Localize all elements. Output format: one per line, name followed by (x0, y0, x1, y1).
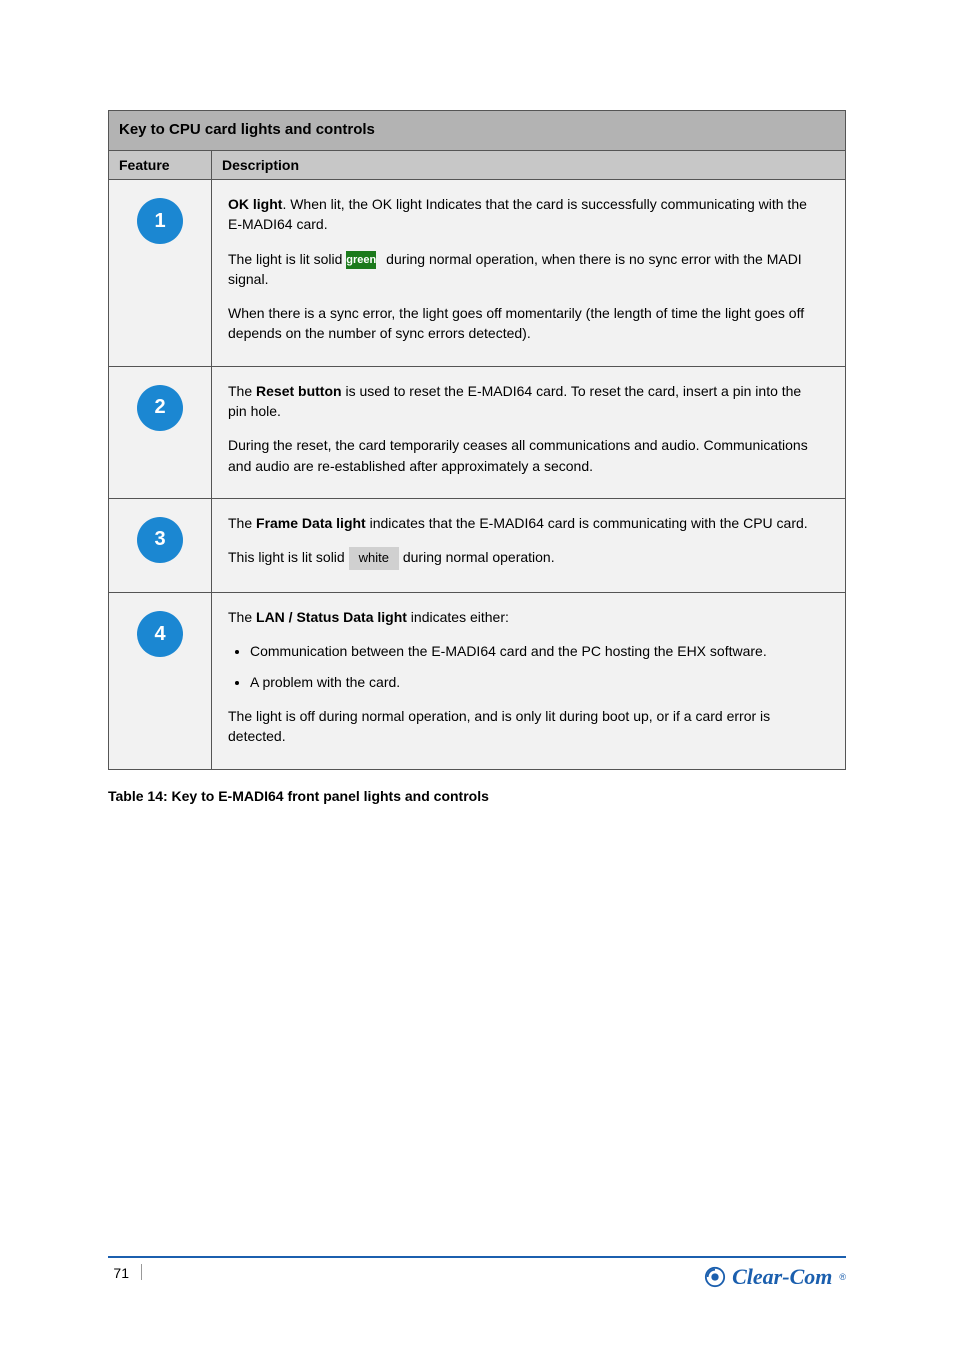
table-title: Key to CPU card lights and controls (109, 111, 846, 151)
feature-lead: Reset button (256, 383, 342, 399)
feature-text: pin hole. (228, 403, 281, 419)
table-row: 2 The Reset button is used to reset the … (109, 366, 846, 498)
feature-text: The light is off during normal operation… (228, 706, 829, 747)
table-title-row: Key to CPU card lights and controls (109, 111, 846, 151)
feature-key-cell: 2 (109, 366, 212, 498)
col-header-description: Description (212, 151, 846, 180)
feature-text: The (228, 609, 256, 625)
feature-desc-cell: The Frame Data light indicates that the … (212, 498, 846, 592)
feature-number: 1 (154, 210, 165, 233)
feature-number: 4 (154, 623, 165, 646)
feature-text: The (228, 383, 256, 399)
feature-text: When there is a sync error, the light go… (228, 303, 829, 344)
feature-text: During the reset, the card temporarily c… (228, 435, 829, 476)
table-row: 1 OK light. When lit, the OK light Indic… (109, 180, 846, 367)
feature-bullet: A problem with the card. (250, 672, 829, 692)
feature-table: Key to CPU card lights and controls Feat… (108, 110, 846, 770)
table-row: 3 The Frame Data light indicates that th… (109, 498, 846, 592)
feature-lead: LAN / Status Data light (256, 609, 407, 625)
feature-text: This light is lit solid (228, 549, 349, 565)
registered-mark: ® (839, 1272, 846, 1282)
col-header-feature: Feature (109, 151, 212, 180)
feature-key-cell: 3 (109, 498, 212, 592)
feature-bullet: Communication between the E-MADI64 card … (250, 641, 829, 661)
brand-name: Clear-Com (732, 1264, 832, 1290)
feature-key-cell: 4 (109, 593, 212, 769)
page-footer: 71 Clear-Com ® (108, 1256, 846, 1290)
feature-text: The (228, 515, 256, 531)
clearcom-logomark-icon (704, 1266, 726, 1288)
feature-desc-cell: The Reset button is used to reset the E-… (212, 366, 846, 498)
green-chip: green (346, 251, 376, 269)
footer-rule (108, 1256, 846, 1258)
table-row: 4 The LAN / Status Data light indicates … (109, 593, 846, 769)
feature-text: indicates that the E-MADI64 card is comm… (366, 515, 808, 531)
feature-lead: OK light (228, 196, 282, 212)
table-caption: Table 14: Key to E-MADI64 front panel li… (108, 788, 846, 804)
feature-text: E-MADI64 card. (228, 216, 328, 232)
feature-number-circle: 4 (137, 611, 183, 657)
feature-desc-cell: The LAN / Status Data light indicates ei… (212, 593, 846, 769)
feature-lead: Frame Data light (256, 515, 366, 531)
feature-number-circle: 1 (137, 198, 183, 244)
page-number: 71 (108, 1264, 142, 1280)
brand-logo: Clear-Com ® (704, 1264, 846, 1290)
feature-text: is used to reset the E-MADI64 card. To r… (342, 383, 802, 399)
feature-text: . When lit, the OK light Indicates that … (282, 196, 806, 212)
feature-text: indicates either: (407, 609, 509, 625)
feature-number-circle: 2 (137, 385, 183, 431)
feature-key-cell: 1 (109, 180, 212, 367)
feature-number-circle: 3 (137, 517, 183, 563)
feature-text: during normal operation. (399, 549, 555, 565)
feature-number: 3 (154, 528, 165, 551)
feature-desc-cell: OK light. When lit, the OK light Indicat… (212, 180, 846, 367)
feature-text: The light is lit solid (228, 251, 342, 267)
feature-number: 2 (154, 396, 165, 419)
gray-chip: white (349, 547, 399, 570)
table-header-row: Feature Description (109, 151, 846, 180)
